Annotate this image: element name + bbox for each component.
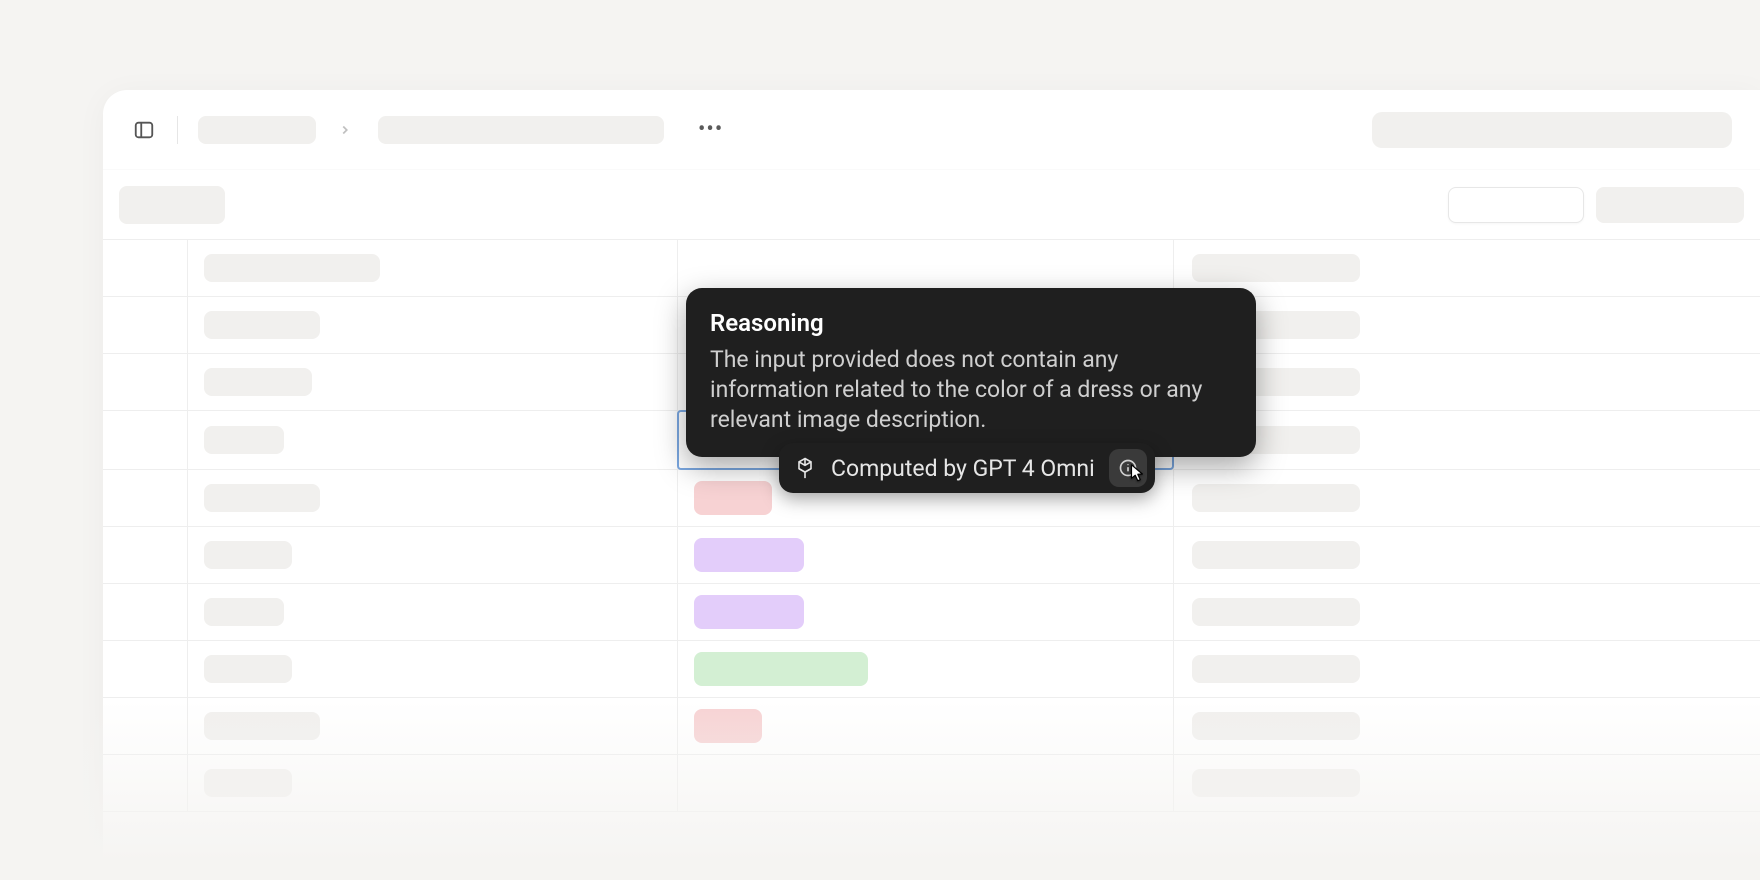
table-row[interactable] (103, 755, 1760, 812)
tag (694, 595, 804, 629)
breadcrumb-item[interactable] (198, 116, 316, 144)
toolbar-left-placeholder (119, 186, 225, 224)
cell-placeholder (1192, 541, 1360, 569)
openai-icon (793, 456, 817, 480)
sidebar-toggle-button[interactable] (131, 117, 157, 143)
more-menu-button[interactable]: ••• (698, 117, 723, 142)
cell-placeholder (1192, 254, 1360, 282)
cell-placeholder (204, 311, 320, 339)
content: Reasoning The input provided does not co… (103, 170, 1760, 812)
tooltip-title: Reasoning (710, 308, 1232, 339)
cell-placeholder (204, 712, 320, 740)
computed-by-chip: Computed by GPT 4 Omni (779, 443, 1155, 493)
topbar-right-placeholder (1372, 112, 1732, 148)
breadcrumb-item[interactable] (378, 116, 664, 144)
cell-placeholder (1192, 598, 1360, 626)
tooltip-body: The input provided does not contain any … (710, 345, 1232, 435)
tag (694, 481, 772, 515)
cell-placeholder (204, 769, 292, 797)
reasoning-tooltip: Reasoning The input provided does not co… (686, 288, 1256, 457)
tag (694, 709, 762, 743)
toolbar-right-placeholder (1596, 187, 1744, 223)
table-row[interactable] (103, 527, 1760, 584)
chevron-right-icon (338, 123, 352, 137)
cell-placeholder (204, 426, 284, 454)
chip-label: Computed by GPT 4 Omni (831, 455, 1095, 482)
toolbar (103, 170, 1760, 240)
divider (177, 116, 178, 144)
table-row[interactable] (103, 584, 1760, 641)
cell-placeholder (204, 541, 292, 569)
cell-placeholder (204, 484, 320, 512)
info-button[interactable] (1109, 449, 1147, 487)
tag (694, 652, 868, 686)
table-row[interactable] (103, 641, 1760, 698)
panel-left-icon (133, 119, 155, 141)
table-row[interactable] (103, 698, 1760, 755)
toolbar-button[interactable] (1448, 187, 1584, 223)
cell-placeholder (1192, 769, 1360, 797)
cell-placeholder (1192, 712, 1360, 740)
cell-placeholder (204, 368, 312, 396)
cell-placeholder (204, 254, 380, 282)
cursor-icon (1129, 463, 1149, 490)
tag (694, 538, 804, 572)
app-window: ••• Reasoning The input provided does no… (103, 90, 1760, 880)
cell-placeholder (1192, 655, 1360, 683)
cell-placeholder (204, 598, 284, 626)
cell-placeholder (204, 655, 292, 683)
topbar: ••• (103, 90, 1760, 170)
cell-placeholder (1192, 484, 1360, 512)
